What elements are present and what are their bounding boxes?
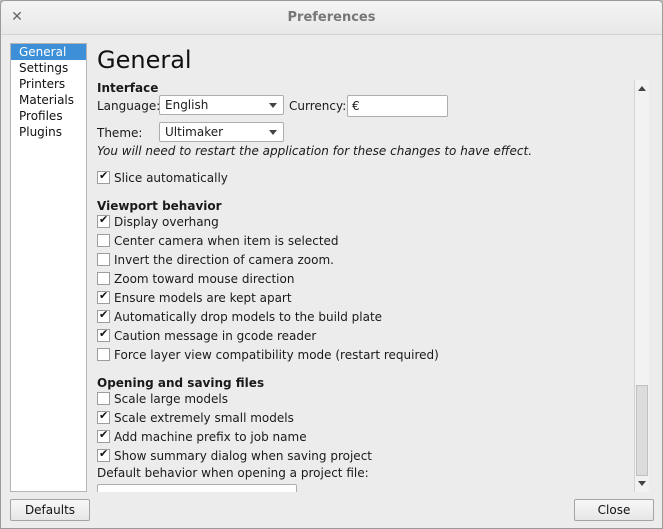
slice-automatically-option[interactable]: Slice automatically xyxy=(97,169,228,187)
slice-automatically-checkbox[interactable] xyxy=(97,169,110,184)
language-dropdown[interactable]: English xyxy=(159,95,284,115)
center-camera-label: Center camera when item is selected xyxy=(114,234,339,248)
sidebar-item-materials[interactable]: Materials xyxy=(11,92,86,108)
summary-dialog-option[interactable]: Show summary dialog when saving project xyxy=(97,447,372,465)
scale-large-label: Scale large models xyxy=(114,392,228,406)
drop-to-buildplate-option[interactable]: Automatically drop models to the build p… xyxy=(97,308,383,326)
gcode-caution-label: Caution message in gcode reader xyxy=(114,329,317,343)
language-label: Language: xyxy=(97,99,161,113)
summary-dialog-label: Show summary dialog when saving project xyxy=(114,449,372,463)
sidebar-item-plugins[interactable]: Plugins xyxy=(11,124,86,140)
sidebar-item-settings[interactable]: Settings xyxy=(11,60,86,76)
machine-prefix-checkbox[interactable] xyxy=(97,428,110,443)
currency-label: Currency: xyxy=(289,99,347,113)
chevron-down-icon xyxy=(269,103,277,108)
theme-dropdown[interactable]: Ultimaker xyxy=(159,122,284,142)
language-value: English xyxy=(165,98,209,112)
summary-dialog-checkbox[interactable] xyxy=(97,447,110,462)
project-behavior-dropdown[interactable] xyxy=(97,484,297,492)
drop-to-buildplate-label: Automatically drop models to the build p… xyxy=(114,310,383,324)
page-title: General xyxy=(97,46,192,74)
viewport-section-title: Viewport behavior xyxy=(97,199,222,213)
sidebar-item-profiles[interactable]: Profiles xyxy=(11,108,86,124)
display-overhang-checkbox[interactable] xyxy=(97,213,110,228)
scale-small-checkbox[interactable] xyxy=(97,409,110,424)
scale-small-option[interactable]: Scale extremely small models xyxy=(97,409,294,427)
scale-large-checkbox[interactable] xyxy=(97,392,110,405)
drop-to-buildplate-checkbox[interactable] xyxy=(97,308,110,323)
project-behavior-label: Default behavior when opening a project … xyxy=(97,466,369,480)
invert-zoom-option[interactable]: Invert the direction of camera zoom. xyxy=(97,253,334,269)
models-apart-checkbox[interactable] xyxy=(97,289,110,304)
currency-input[interactable]: € xyxy=(347,95,448,117)
gcode-caution-checkbox[interactable] xyxy=(97,327,110,342)
theme-value: Ultimaker xyxy=(165,125,224,139)
display-overhang-option[interactable]: Display overhang xyxy=(97,213,219,231)
sidebar: General Settings Printers Materials Prof… xyxy=(10,43,87,492)
sidebar-item-printers[interactable]: Printers xyxy=(11,76,86,92)
defaults-button[interactable]: Defaults xyxy=(10,499,90,521)
zoom-to-mouse-label: Zoom toward mouse direction xyxy=(114,272,295,286)
scroll-up-icon[interactable] xyxy=(638,86,646,91)
machine-prefix-label: Add machine prefix to job name xyxy=(114,430,307,444)
zoom-to-mouse-checkbox[interactable] xyxy=(97,272,110,285)
close-button[interactable]: Close xyxy=(574,499,654,521)
scroll-down-icon[interactable] xyxy=(638,481,646,486)
zoom-to-mouse-option[interactable]: Zoom toward mouse direction xyxy=(97,272,294,288)
general-settings-panel: Interface Language: English Currency: € … xyxy=(91,80,633,492)
scale-large-option[interactable]: Scale large models xyxy=(97,392,228,408)
layer-view-compat-checkbox[interactable] xyxy=(97,348,110,361)
interface-section-title: Interface xyxy=(97,81,159,95)
files-section-title: Opening and saving files xyxy=(97,376,265,390)
title-bar: ✕ Preferences xyxy=(1,1,662,35)
models-apart-label: Ensure models are kept apart xyxy=(114,291,292,305)
preferences-window: ✕ Preferences General Settings Printers … xyxy=(0,0,663,529)
invert-zoom-label: Invert the direction of camera zoom. xyxy=(114,253,334,267)
layer-view-compat-label: Force layer view compatibility mode (res… xyxy=(114,348,439,362)
slice-automatically-label: Slice automatically xyxy=(114,171,228,185)
models-apart-option[interactable]: Ensure models are kept apart xyxy=(97,289,292,307)
center-camera-option[interactable]: Center camera when item is selected xyxy=(97,234,339,250)
theme-label: Theme: xyxy=(97,126,143,140)
scrollbar-thumb[interactable] xyxy=(636,385,648,476)
gcode-caution-option[interactable]: Caution message in gcode reader xyxy=(97,327,317,345)
chevron-down-icon xyxy=(269,130,277,135)
restart-note: You will need to restart the application… xyxy=(97,144,533,158)
content-scrollbar[interactable] xyxy=(634,80,649,492)
sidebar-item-general[interactable]: General xyxy=(11,44,86,60)
window-title: Preferences xyxy=(287,10,376,25)
scale-small-label: Scale extremely small models xyxy=(114,411,294,425)
layer-view-compat-option[interactable]: Force layer view compatibility mode (res… xyxy=(97,348,439,364)
center-camera-checkbox[interactable] xyxy=(97,234,110,247)
machine-prefix-option[interactable]: Add machine prefix to job name xyxy=(97,428,307,446)
invert-zoom-checkbox[interactable] xyxy=(97,253,110,266)
display-overhang-label: Display overhang xyxy=(114,215,219,229)
